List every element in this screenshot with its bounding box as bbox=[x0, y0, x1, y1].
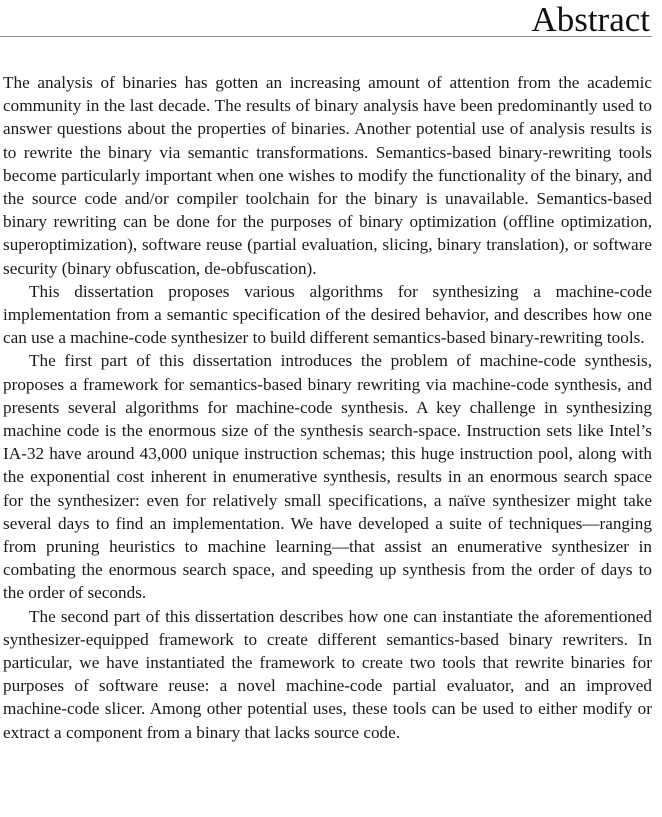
page-title: Abstract bbox=[531, 0, 650, 39]
paragraph-1: The analysis of binaries has gotten an i… bbox=[3, 73, 652, 278]
paragraph-4: The second part of this dissertation des… bbox=[3, 606, 652, 742]
title-divider bbox=[0, 36, 652, 37]
paragraph-3: The first part of this dissertation intr… bbox=[3, 351, 652, 603]
abstract-body: The analysis of binaries has gotten an i… bbox=[3, 71, 652, 744]
paragraph-2: This dissertation proposes various algor… bbox=[3, 281, 652, 348]
